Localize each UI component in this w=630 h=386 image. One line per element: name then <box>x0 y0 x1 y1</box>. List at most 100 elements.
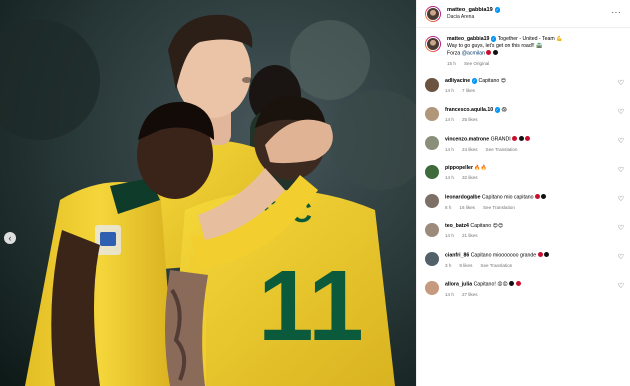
comment-likes[interactable]: 24 likes <box>462 146 478 153</box>
like-heart-icon[interactable]: ♡ <box>618 138 624 145</box>
commenter-avatar[interactable] <box>425 223 439 237</box>
see-translation-link[interactable]: See Translation <box>486 146 518 153</box>
commenter-username[interactable]: cianfri_86 <box>445 253 469 259</box>
black-heart-icon <box>492 50 498 55</box>
comment-time: 14 h <box>445 146 454 152</box>
instagram-post-view: SIC 11 ‹ matteo_gabbia19 ✓ <box>0 0 630 386</box>
verified-badge-icon: ✓ <box>494 7 501 13</box>
author-username[interactable]: matteo_gabbia19 <box>447 7 493 13</box>
comment-item: francesco.aquila.10 ✓ 😱 14 h 25 likes ♡ <box>417 107 630 123</box>
comment-likes[interactable]: 25 likes <box>462 116 478 123</box>
comment-likes[interactable]: 9 likes <box>459 262 472 269</box>
comment-item: leonardogalbe Capitano mio capitano 6 h 1… <box>417 194 630 211</box>
caption-line-1: Together - United - Team <box>497 36 555 42</box>
post-sidebar: matteo_gabbia19 ✓ Dacia Arena ··· matteo… <box>416 0 630 386</box>
jersey-number: 11 <box>258 250 364 362</box>
black-heart-icon <box>509 281 515 286</box>
caption-username[interactable]: matteo_gabbia19 <box>447 36 489 42</box>
comment-time: 3 h <box>445 262 452 268</box>
post-header: matteo_gabbia19 ✓ Dacia Arena ··· <box>417 0 630 28</box>
commenter-username[interactable]: francesco.aquila.10 <box>445 107 493 113</box>
comment-text: Capitano mio capitano <box>481 194 534 201</box>
like-heart-icon[interactable]: ♡ <box>618 167 624 174</box>
author-name-row: matteo_gabbia19 ✓ <box>447 7 501 13</box>
verified-badge-icon: ✓ <box>490 36 497 42</box>
chevron-left-icon: ‹ <box>8 232 12 243</box>
post-location[interactable]: Dacia Arena <box>447 14 500 20</box>
commenter-avatar[interactable] <box>425 107 439 121</box>
commenter-avatar[interactable] <box>425 136 439 150</box>
comment-time: 14 h <box>445 117 454 122</box>
red-heart-icon <box>537 252 543 257</box>
comment-likes[interactable]: 21 likes <box>462 232 478 239</box>
red-heart-icon <box>515 281 521 286</box>
author-avatar[interactable] <box>425 5 441 22</box>
comment-item: cianfri_86 Capitano miooooooo grande 3 h… <box>417 252 630 269</box>
comment-text: Capitano miooooooo grande <box>470 252 537 259</box>
black-heart-icon <box>544 252 550 257</box>
carousel-prev-button[interactable]: ‹ <box>4 232 16 244</box>
comment-text: Capitano <box>478 78 500 84</box>
caption-time: 15 h <box>447 60 456 66</box>
comment-likes[interactable]: 16 likes <box>459 204 475 211</box>
see-original-link[interactable]: See Original <box>464 60 489 67</box>
like-heart-icon[interactable]: ♡ <box>618 254 624 261</box>
comment-time: 6 h <box>445 204 452 210</box>
comment-time: 14 h <box>445 175 454 180</box>
comment-item: teo_batz4 Capitano 😍😍 14 h 21 likes ♡ <box>417 223 630 239</box>
see-translation-link[interactable]: See Translation <box>483 204 515 211</box>
comment-emoji: 😍 <box>500 78 506 84</box>
black-circle-icon <box>518 136 524 141</box>
comment-likes[interactable]: 27 likes <box>462 291 478 298</box>
like-heart-icon[interactable]: ♡ <box>618 283 624 290</box>
comment-likes[interactable]: 32 likes <box>462 174 478 181</box>
comment-item: vincenzo.matrone GRANDI 14 h 24 likes See … <box>417 136 630 153</box>
like-heart-icon[interactable]: ♡ <box>618 196 624 203</box>
commenter-username[interactable]: teo_batz4 <box>445 223 469 229</box>
commenter-username[interactable]: allora_julia <box>445 282 472 288</box>
like-heart-icon[interactable]: ♡ <box>618 109 624 116</box>
comment-item: pippopeller 🔥🔥 14 h 32 likes ♡ <box>417 165 630 181</box>
comment-emoji: 😍😍 <box>492 223 504 229</box>
comment-time: 14 h <box>445 88 454 93</box>
comment-text: Capitano <box>470 223 492 229</box>
mention-link[interactable]: @acmilan <box>462 51 485 57</box>
comment-emoji: 😱 <box>501 107 507 113</box>
like-heart-icon[interactable]: ♡ <box>618 225 624 232</box>
comment-item: allora_julia Capitano! 😍😍 14 h 27 likes ♡ <box>417 281 630 298</box>
comment-item: adliyacine ✓ Capitano 😍 14 h 7 likes ♡ <box>417 78 630 94</box>
post-photo[interactable]: SIC 11 ‹ <box>0 0 416 386</box>
caption-avatar[interactable] <box>425 36 441 52</box>
commenter-username[interactable]: adliyacine <box>445 78 470 84</box>
like-heart-icon[interactable]: ♡ <box>618 80 624 87</box>
more-options-icon[interactable]: ··· <box>612 8 622 17</box>
comment-time: 14 h <box>445 233 454 238</box>
commenter-username[interactable]: pippopeller <box>445 165 473 171</box>
post-image: SIC 11 <box>0 0 416 386</box>
commenter-username[interactable]: vincenzo.matrone <box>445 137 489 143</box>
road-icon: 🛣️ <box>536 43 543 49</box>
comment-text: GRANDI <box>490 136 511 143</box>
comment-text: Capitano! <box>473 281 496 288</box>
commenter-avatar[interactable] <box>425 78 439 92</box>
red-heart-icon <box>486 50 492 55</box>
commenter-avatar[interactable] <box>425 194 439 208</box>
comment-emoji: 🔥🔥 <box>474 165 487 171</box>
post-caption: matteo_gabbia19 ✓ Together - United - Te… <box>417 28 630 67</box>
commenter-username[interactable]: leonardogalbe <box>445 195 480 201</box>
caption-line-2: Way to go guys, let's get on this road!! <box>447 43 535 49</box>
see-translation-link[interactable]: See Translation <box>480 262 512 269</box>
red-circle-icon <box>512 136 518 141</box>
black-heart-icon <box>541 194 547 199</box>
caption-forza: Forza <box>447 50 461 57</box>
comment-time: 14 h <box>445 291 454 297</box>
commenter-avatar[interactable] <box>425 165 439 179</box>
commenter-avatar[interactable] <box>425 252 439 266</box>
commenter-avatar[interactable] <box>425 281 439 295</box>
red-heart-icon <box>525 136 531 141</box>
verified-badge-icon: ✓ <box>471 78 478 84</box>
flexed-arm-icon: 💪 <box>556 36 563 42</box>
comment-emoji: 😍😍 <box>497 281 508 288</box>
verified-badge-icon: ✓ <box>494 107 501 113</box>
comment-likes[interactable]: 7 likes <box>462 87 475 94</box>
